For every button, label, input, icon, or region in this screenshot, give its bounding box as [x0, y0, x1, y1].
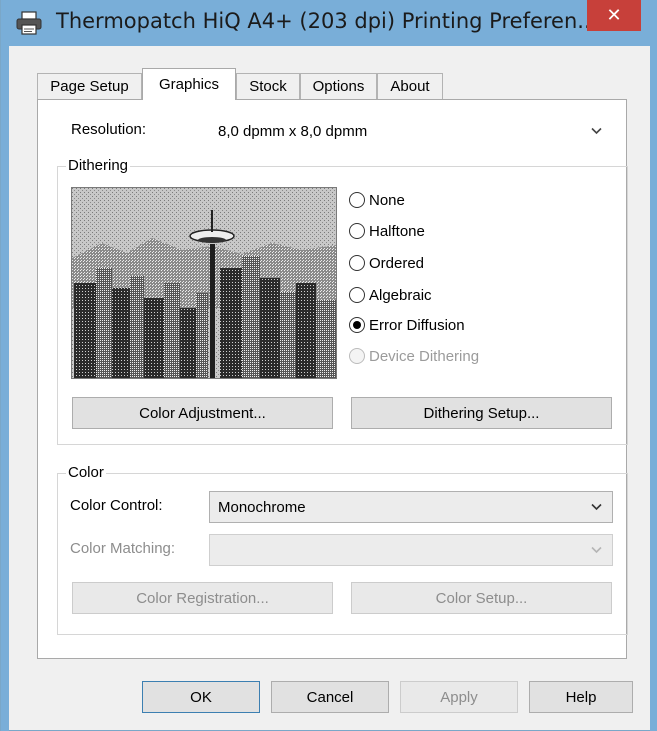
radio-button[interactable] — [349, 287, 365, 303]
window-frame-left — [1, 46, 9, 731]
radio-label: Error Diffusion — [369, 316, 465, 334]
radio-button[interactable] — [349, 223, 365, 239]
tab-label: Page Setup — [50, 78, 129, 95]
color-control-select[interactable]: Monochrome — [209, 491, 613, 523]
radio-none[interactable]: None — [349, 190, 405, 210]
radio-label: Ordered — [369, 254, 425, 272]
printing-preferences-dialog: Thermopatch HiQ A4+ (203 dpi) Printing P… — [0, 0, 657, 731]
tab-page-setup[interactable]: Page Setup — [37, 73, 142, 99]
tab-graphics[interactable]: Graphics — [142, 68, 236, 100]
radio-halftone[interactable]: Halftone — [349, 221, 425, 241]
radio-label: None — [369, 191, 405, 209]
ok-button[interactable]: OK — [142, 681, 260, 713]
color-registration-button: Color Registration... — [72, 582, 333, 614]
window-title: Thermopatch HiQ A4+ (203 dpi) Printing P… — [56, 9, 598, 33]
resolution-select[interactable]: 8,0 dpmm x 8,0 dpmm — [209, 115, 613, 147]
color-adjustment-button[interactable]: Color Adjustment... — [72, 397, 333, 429]
color-matching-select — [209, 534, 613, 566]
dithering-setup-button[interactable]: Dithering Setup... — [351, 397, 612, 429]
cancel-button[interactable]: Cancel — [271, 681, 389, 713]
city-skyline-dithered-image — [72, 188, 336, 378]
window-frame-right — [650, 46, 657, 731]
tab-label: Stock — [249, 78, 287, 95]
radio-label: Algebraic — [369, 286, 432, 304]
color-control-value: Monochrome — [218, 498, 306, 516]
chevron-down-icon — [591, 503, 602, 511]
color-control-label: Color Control: — [70, 497, 163, 514]
resolution-value: 8,0 dpmm x 8,0 dpmm — [218, 122, 368, 140]
help-button[interactable]: Help — [529, 681, 633, 713]
radio-label: Halftone — [369, 222, 425, 240]
radio-error-diffusion[interactable]: Error Diffusion — [349, 315, 465, 335]
radio-button[interactable] — [349, 255, 365, 271]
radio-ordered[interactable]: Ordered — [349, 253, 424, 273]
radio-algebraic[interactable]: Algebraic — [349, 285, 432, 305]
chevron-down-icon — [591, 127, 602, 135]
resolution-label: Resolution: — [71, 121, 147, 138]
dithering-preview-image — [71, 187, 337, 379]
radio-button-disabled — [349, 348, 365, 364]
color-matching-label: Color Matching: — [70, 540, 176, 557]
dithering-group-title: Dithering — [66, 157, 131, 174]
tab-label: About — [390, 78, 430, 95]
radio-label: Device Dithering — [369, 347, 480, 365]
tab-about[interactable]: About — [377, 73, 443, 99]
apply-button: Apply — [400, 681, 518, 713]
printer-icon — [16, 11, 42, 35]
tab-stock[interactable]: Stock — [236, 73, 300, 99]
close-button[interactable]: ✕ — [587, 0, 641, 31]
chevron-down-icon — [591, 546, 602, 554]
color-group-title: Color — [66, 464, 106, 481]
color-setup-button: Color Setup... — [351, 582, 612, 614]
radio-button[interactable] — [349, 192, 365, 208]
radio-device-dithering: Device Dithering — [349, 346, 479, 366]
radio-button-selected[interactable] — [349, 317, 365, 333]
tab-label: Graphics — [158, 76, 220, 93]
tab-label: Options — [312, 78, 365, 95]
close-icon: ✕ — [606, 5, 622, 26]
tab-options[interactable]: Options — [300, 73, 377, 99]
title-bar[interactable]: Thermopatch HiQ A4+ (203 dpi) Printing P… — [1, 0, 657, 46]
